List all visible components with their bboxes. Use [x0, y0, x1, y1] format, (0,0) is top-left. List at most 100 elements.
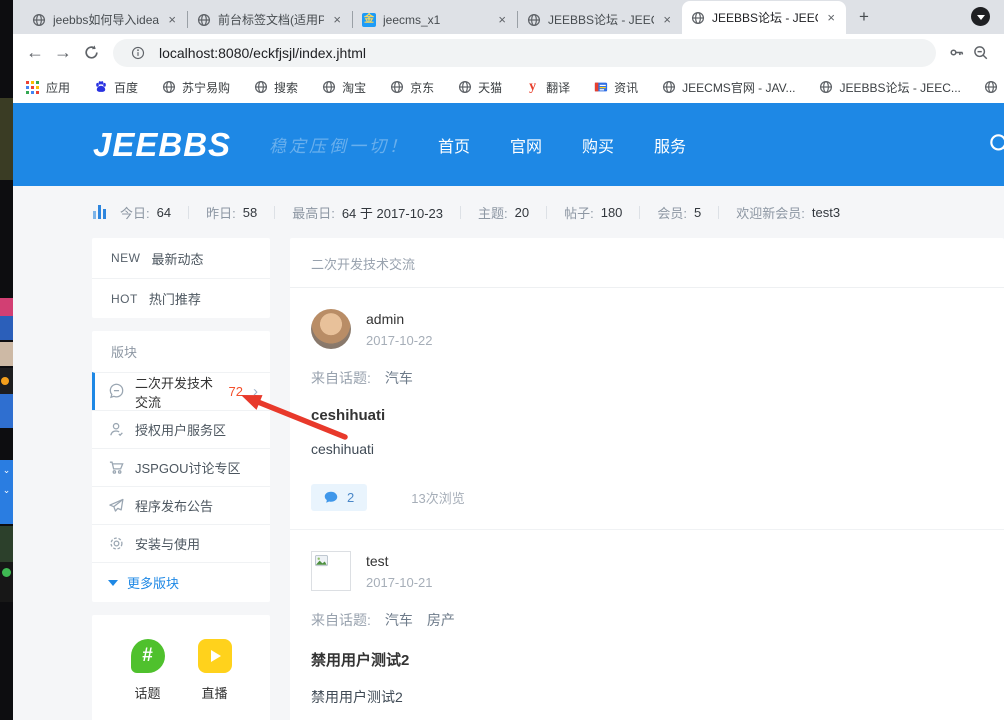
comment-count: 2 [347, 490, 355, 505]
comment-count-badge[interactable]: 2 [311, 484, 368, 511]
search-icon[interactable] [987, 131, 1004, 162]
tab-title: JEEBBS论坛 - JEECM [548, 13, 654, 27]
bookmarks-bar: 应用 百度 苏宁易购 搜索 淘宝 京东 天猫 y 翻译 资讯 JEECMS官网 … [13, 71, 1004, 103]
desktop-edge-fragment [0, 298, 13, 316]
browser-tab[interactable]: JEEBBS论坛 - JEECM × [518, 5, 682, 34]
reload-button[interactable] [77, 39, 105, 67]
desktop-edge-fragment [0, 562, 13, 602]
browser-tab[interactable]: jeebbs如何导入idea × [23, 5, 187, 34]
nav-buy[interactable]: 购买 [582, 133, 614, 157]
stat-today: 今日: 64 [120, 204, 172, 221]
shortcut-label: 直播 [201, 686, 228, 701]
thread-title[interactable]: 禁用用户测试2 [311, 649, 983, 670]
topic-label: 来自话题: [311, 370, 371, 386]
content-area: NEW 最新动态 HOT 热门推荐 版块 二次开发技术交流 72 › 授权用户服… [13, 238, 1004, 720]
post-date: 2017-10-21 [366, 574, 433, 590]
chevron-right-icon: › [253, 383, 258, 400]
globe-icon [819, 80, 834, 95]
browser-tab[interactable]: 金 jeecms_x1 × [353, 5, 517, 34]
bookmark-item[interactable]: 苏宁易购 [161, 79, 230, 96]
tab-close-icon[interactable]: × [825, 10, 837, 25]
divider [460, 205, 461, 219]
topic-tag[interactable]: 房产 [427, 610, 455, 630]
tab-close-icon[interactable]: × [496, 12, 508, 27]
author-name[interactable]: test [366, 553, 433, 569]
nav-official-site[interactable]: 官网 [510, 133, 542, 157]
breadcrumb: 二次开发技术交流 [290, 238, 1004, 288]
nav-service[interactable]: 服务 [654, 133, 686, 157]
thread-item[interactable]: test 2017-10-21 来自话题: 汽车 房产 禁用用户测试2 禁用用户… [290, 529, 1004, 720]
back-button[interactable]: ← [21, 39, 49, 67]
board-label: 二次开发技术交流 [135, 375, 214, 410]
saved-password-key-icon[interactable] [944, 41, 968, 65]
tab-close-icon[interactable]: × [331, 12, 343, 27]
sidebar-item-latest[interactable]: NEW 最新动态 [92, 238, 270, 278]
stat-peak-day: 最高日: 64 于 2017-10-23 [292, 205, 443, 221]
bookmark-label: 苏宁易购 [182, 80, 231, 95]
thread-item[interactable]: admin 2017-10-22 来自话题: 汽车 ceshihuati ces… [290, 288, 1004, 529]
sidebar-item-install-usage[interactable]: 安装与使用 [92, 524, 270, 562]
site-logo[interactable]: JEEBBS [93, 126, 231, 164]
avatar[interactable] [311, 309, 351, 349]
sidebar-item-release-notice[interactable]: 程序发布公告 [92, 486, 270, 524]
bookmark-label: 资讯 [614, 80, 639, 95]
tab-close-icon[interactable]: × [166, 12, 178, 27]
tab-title: 前台标签文档(适用PC [218, 13, 325, 27]
gear-icon [108, 535, 125, 552]
bookmark-item[interactable]: 淘宝 [321, 79, 366, 96]
topic-tag[interactable]: 汽车 [385, 368, 413, 388]
shortcut-label: 话题 [134, 686, 161, 701]
forward-button[interactable]: → [49, 39, 77, 67]
tab-title: JEEBBS论坛 - JEECM [712, 11, 818, 25]
globe-favicon-icon [197, 13, 211, 27]
browser-tab-active[interactable]: JEEBBS论坛 - JEECM × [682, 1, 846, 34]
sidebar-item-hot[interactable]: HOT 热门推荐 [92, 278, 270, 318]
baidu-paw-icon [93, 80, 108, 95]
jeecms-gold-favicon-icon: 金 [362, 12, 376, 27]
hot-tag: HOT [111, 291, 138, 306]
new-tag: NEW [111, 251, 141, 265]
new-tab-button[interactable]: + [850, 3, 878, 31]
info-icon[interactable] [126, 41, 150, 65]
bookmark-item[interactable]: y 翻译 [525, 79, 570, 96]
nav-home[interactable]: 首页 [438, 133, 470, 157]
desktop-edge-fragment [0, 394, 13, 428]
tab-title: jeecms_x1 [383, 12, 441, 27]
thread-title[interactable]: ceshihuati [311, 407, 983, 424]
comment-icon [108, 383, 125, 400]
bookmark-item[interactable]: jeecms_x1 [984, 80, 1004, 95]
bookmark-item[interactable]: 京东 [389, 79, 434, 96]
author-name[interactable]: admin [366, 311, 433, 327]
sidebar-shortcut-live[interactable]: 直播 [197, 639, 232, 702]
post-header: test 2017-10-21 [311, 551, 983, 591]
bookmark-label: 应用 [46, 80, 71, 95]
bookmark-label: 京东 [410, 80, 435, 95]
bookmark-item[interactable]: 天猫 [457, 79, 502, 96]
url-field[interactable]: localhost:8080/eckfjsjl/index.jhtml [113, 38, 936, 67]
bookmark-item[interactable]: 百度 [93, 79, 138, 96]
bookmark-item[interactable]: 搜索 [253, 79, 298, 96]
thread-excerpt: ceshihuati [311, 441, 375, 457]
desktop-edge-fragment: ⌄ ⌄ [0, 460, 13, 524]
quick-links-card: NEW 最新动态 HOT 热门推荐 [92, 238, 270, 318]
tab-close-icon[interactable]: × [661, 12, 673, 27]
topic-tag[interactable]: 汽车 [385, 610, 413, 630]
broken-image-avatar[interactable] [311, 551, 351, 591]
more-boards-button[interactable]: 更多版块 [92, 562, 270, 602]
sidebar-item-authorized-users[interactable]: 授权用户服务区 [92, 410, 270, 448]
browser-tab[interactable]: 前台标签文档(适用PC × [188, 5, 352, 34]
bookmark-label: 天猫 [478, 80, 503, 95]
sidebar-item-dev-exchange[interactable]: 二次开发技术交流 72 › [92, 372, 270, 410]
bookmark-item[interactable]: JEEBBS论坛 - JEEC... [819, 79, 961, 96]
shortcuts-card: # 话题 直播 [92, 615, 270, 720]
sidebar-shortcut-topics[interactable]: # 话题 [130, 639, 165, 702]
bookmark-apps[interactable]: 应用 [25, 79, 70, 96]
sidebar-item-jspgou[interactable]: JSPGOU讨论专区 [92, 448, 270, 486]
bookmark-item[interactable]: JEECMS官网 - JAV... [661, 79, 796, 96]
globe-favicon-icon [691, 11, 705, 25]
desktop-edge-fragment [0, 98, 13, 180]
tab-menu-button[interactable] [971, 7, 990, 26]
bookmark-item[interactable]: 资讯 [593, 79, 638, 96]
zoom-out-icon[interactable] [968, 41, 992, 65]
page-viewport: JEEBBS 稳定压倒一切！ 首页 官网 购买 服务 今日: 64 昨日: 58 最… [13, 103, 1004, 720]
